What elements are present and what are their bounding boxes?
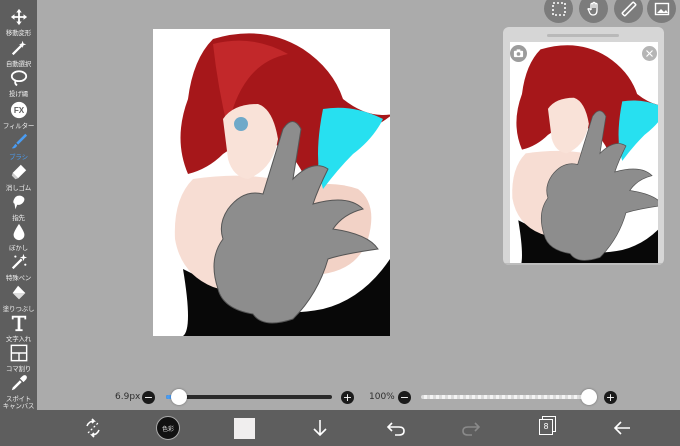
bucket-icon (12, 285, 25, 300)
eraser-icon (11, 164, 26, 180)
arrow-left-icon (613, 421, 630, 435)
finger-icon (12, 195, 24, 210)
brush-size-increase-button[interactable]: + (341, 391, 354, 404)
save-down-button[interactable] (309, 417, 331, 439)
artwork-image (174, 33, 390, 336)
reference-artwork (512, 45, 658, 265)
color-label: 色彩 (161, 426, 174, 433)
blur-drop-icon (13, 223, 24, 241)
drawing-canvas[interactable] (153, 29, 390, 336)
close-reference-button[interactable] (641, 45, 658, 62)
brush-icon (11, 133, 27, 149)
lasso-icon (10, 70, 27, 87)
transform-button[interactable] (82, 417, 104, 439)
opacity-knob[interactable] (581, 389, 597, 405)
frame-divider-icon (10, 344, 27, 362)
opacity-slider[interactable] (421, 395, 597, 399)
ruler-icon (621, 1, 636, 16)
opacity-decrease-button[interactable]: − (398, 391, 411, 404)
undo-icon (386, 422, 405, 436)
bottom-toolbar: 色彩 8 (0, 410, 680, 446)
ruler-button[interactable] (614, 0, 643, 23)
fx-icon: FX (10, 101, 27, 119)
tool-sidebar: 移動変形 自動選択 投げ縄 FX フィルター ブラシ 消しゴム 指先 ぼかし 特… (0, 0, 37, 410)
panel-divider (503, 263, 664, 265)
back-button[interactable] (611, 417, 633, 439)
image-icon (654, 2, 669, 15)
drag-handle[interactable] (547, 34, 619, 37)
magic-wand-icon (11, 40, 26, 56)
move-icon (10, 8, 27, 26)
secondary-color-swatch[interactable] (234, 418, 255, 439)
arrow-down-icon (313, 420, 327, 437)
hand-icon (586, 1, 598, 16)
eyedropper-icon (11, 375, 27, 391)
primary-color-button[interactable]: 色彩 (156, 416, 180, 440)
reference-image (510, 42, 658, 265)
brush-size-slider[interactable] (166, 395, 332, 399)
selection-icon (551, 1, 566, 16)
opacity-increase-button[interactable]: + (604, 391, 617, 404)
tool-label: キャンバス (2, 402, 35, 410)
brush-size-decrease-button[interactable]: − (142, 391, 155, 404)
undo-button[interactable] (385, 417, 407, 439)
close-icon (646, 50, 653, 57)
rotate-arrows-icon (86, 418, 100, 438)
opacity-value: 100% (369, 392, 395, 402)
reference-button[interactable] (647, 0, 676, 23)
redo-icon (462, 422, 481, 436)
gesture-button[interactable] (579, 0, 608, 23)
tool-canvas[interactable]: キャンバス (0, 396, 37, 410)
camera-button[interactable] (510, 45, 527, 62)
redo-button[interactable] (460, 417, 482, 439)
brush-size-value: 6.9px (115, 392, 141, 402)
brush-size-knob[interactable] (171, 389, 188, 405)
text-icon (11, 315, 26, 332)
reference-window[interactable] (503, 27, 664, 265)
camera-icon (513, 49, 524, 58)
layers-button[interactable]: 8 (539, 419, 553, 435)
canvas-icon (18, 398, 19, 399)
svg-text:FX: FX (13, 106, 24, 115)
special-pen-icon (11, 253, 27, 270)
selection-button[interactable] (544, 0, 573, 23)
